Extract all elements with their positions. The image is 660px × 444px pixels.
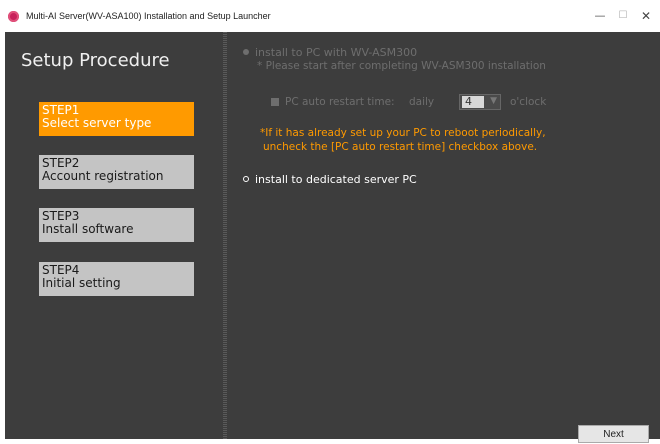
next-button[interactable]: Next — [578, 425, 649, 443]
restart-hour-value: 4 — [462, 96, 484, 108]
step1-item: STEP1 Select server type — [39, 102, 194, 136]
auto-restart-row[interactable]: PC auto restart time: — [271, 96, 395, 108]
asm300-radio[interactable] — [243, 49, 249, 55]
step-label: Initial setting — [42, 276, 121, 290]
server-type-panel: install to PC with WV-ASM300 * Please st… — [227, 32, 660, 439]
step3-item: STEP3 Install software — [39, 208, 194, 242]
auto-restart-checkbox[interactable] — [271, 98, 279, 106]
launcher-body: Setup Procedure STEP1 Select server type… — [5, 32, 660, 443]
reboot-warning-line2: uncheck the [PC auto restart time] check… — [263, 141, 538, 153]
asm300-note: * Please start after completing WV-ASM30… — [257, 60, 546, 72]
dedicated-server-option[interactable]: install to dedicated server PC — [243, 173, 417, 186]
step-label: Install software — [42, 222, 134, 236]
reboot-warning-line1: *If it has already set up your PC to reb… — [260, 127, 546, 139]
restart-suffix: o'clock — [510, 96, 547, 108]
restart-frequency: daily — [409, 96, 435, 108]
dedicated-server-label: install to dedicated server PC — [255, 173, 417, 186]
asm300-option-label: install to PC with WV-ASM300 — [255, 46, 418, 59]
asm300-option[interactable]: install to PC with WV-ASM300 — [243, 46, 417, 59]
title-bar: Multi-AI Server(WV-ASA100) Installation … — [0, 0, 660, 32]
app-logo-icon — [8, 11, 19, 22]
chevron-down-icon[interactable]: ▼ — [490, 96, 497, 106]
step2-item: STEP2 Account registration — [39, 155, 194, 189]
close-icon[interactable]: ✕ — [632, 6, 660, 26]
restart-hour-select[interactable]: 4 ▼ — [459, 94, 501, 110]
setup-procedure-panel: Setup Procedure STEP1 Select server type… — [5, 32, 223, 439]
window-title: Multi-AI Server(WV-ASA100) Installation … — [26, 11, 271, 21]
setup-procedure-title: Setup Procedure — [21, 50, 170, 71]
step4-item: STEP4 Initial setting — [39, 262, 194, 296]
dedicated-server-radio[interactable] — [243, 176, 249, 182]
step-label: Select server type — [42, 116, 152, 130]
auto-restart-label: PC auto restart time: — [285, 96, 395, 108]
step-label: Account registration — [42, 169, 164, 183]
